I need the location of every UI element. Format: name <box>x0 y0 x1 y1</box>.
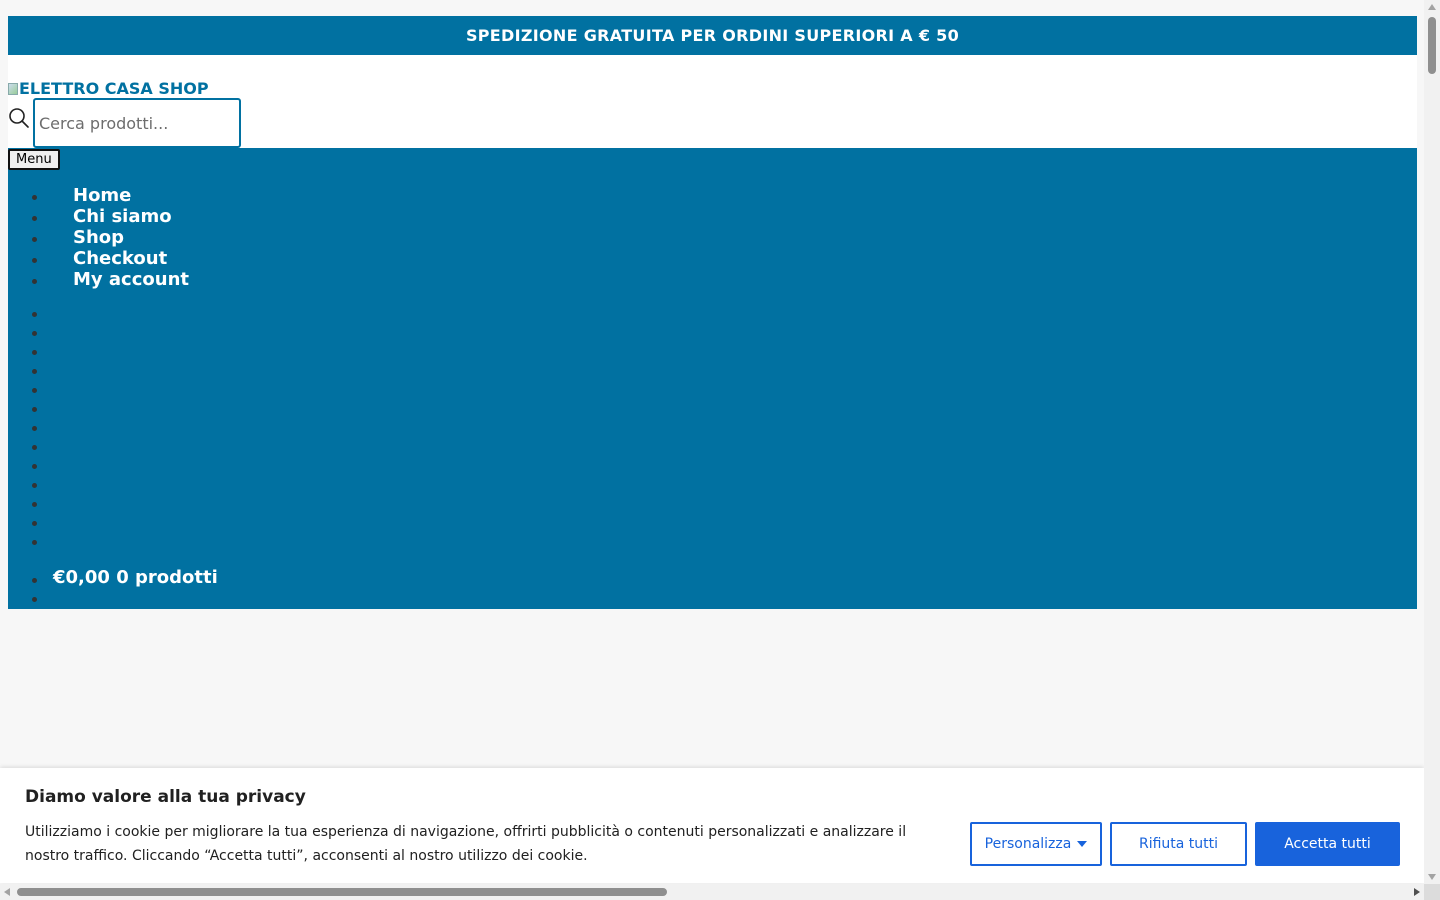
vertical-scrollbar[interactable] <box>1424 0 1440 884</box>
scroll-right-arrow-icon[interactable] <box>1414 888 1420 896</box>
nav-link-chi-siamo[interactable]: Chi siamo <box>73 206 172 227</box>
accept-all-label: Accetta tutti <box>1284 836 1371 852</box>
vertical-scroll-thumb[interactable] <box>1428 17 1436 74</box>
cart-total: €0,00 <box>53 567 110 588</box>
customize-button-label: Personalizza <box>984 836 1072 852</box>
free-shipping-bar: SPEDIZIONE GRATUITA PER ORDINI SUPERIORI… <box>8 16 1417 55</box>
customize-button[interactable]: Personalizza <box>970 822 1102 866</box>
cookie-title: Diamo valore alla tua privacy <box>25 787 306 807</box>
reject-all-button[interactable]: Rifiuta tutti <box>1110 822 1247 866</box>
scroll-left-arrow-icon[interactable] <box>4 888 10 896</box>
nav-link-shop[interactable]: Shop <box>73 227 124 248</box>
site-logo-link[interactable]: ELETTRO CASA SHOP <box>8 79 209 98</box>
page: SPEDIZIONE GRATUITA PER ORDINI SUPERIORI… <box>8 16 1417 609</box>
search-icon[interactable] <box>8 107 32 131</box>
menu-toggle-button[interactable]: Menu <box>8 149 60 170</box>
site-logo-alt-text: ELETTRO CASA SHOP <box>19 79 209 98</box>
reject-all-label: Rifiuta tutti <box>1138 836 1219 852</box>
search-form <box>8 98 241 148</box>
broken-image-icon <box>8 82 18 95</box>
cookie-consent-banner: Diamo valore alla tua privacy Utilizziam… <box>0 768 1424 883</box>
accept-all-button[interactable]: Accetta tutti <box>1255 822 1400 866</box>
nav-link-my-account[interactable]: My account <box>73 269 189 290</box>
horizontal-scroll-thumb[interactable] <box>17 888 667 896</box>
site-header: ELETTRO CASA SHOP <box>8 55 1417 148</box>
search-input[interactable] <box>33 98 241 148</box>
nav-link-home[interactable]: Home <box>73 185 131 206</box>
cookie-description: Utilizziamo i cookie per migliorare la t… <box>25 824 907 864</box>
scroll-down-arrow-icon[interactable] <box>1428 874 1436 880</box>
main-navigation: Menu Home Chi siamo Shop Checkout My acc… <box>8 148 1417 609</box>
scroll-up-arrow-icon[interactable] <box>1428 4 1436 10</box>
caret-down-icon <box>1077 841 1088 847</box>
horizontal-scrollbar[interactable] <box>0 884 1424 900</box>
cart-link[interactable]: €0,00 0 prodotti <box>53 567 218 588</box>
nav-link-checkout[interactable]: Checkout <box>73 248 167 269</box>
cart-count: 0 prodotti <box>116 567 218 588</box>
free-shipping-text: SPEDIZIONE GRATUITA PER ORDINI SUPERIORI… <box>465 26 960 45</box>
scrollbar-corner <box>1424 884 1440 900</box>
